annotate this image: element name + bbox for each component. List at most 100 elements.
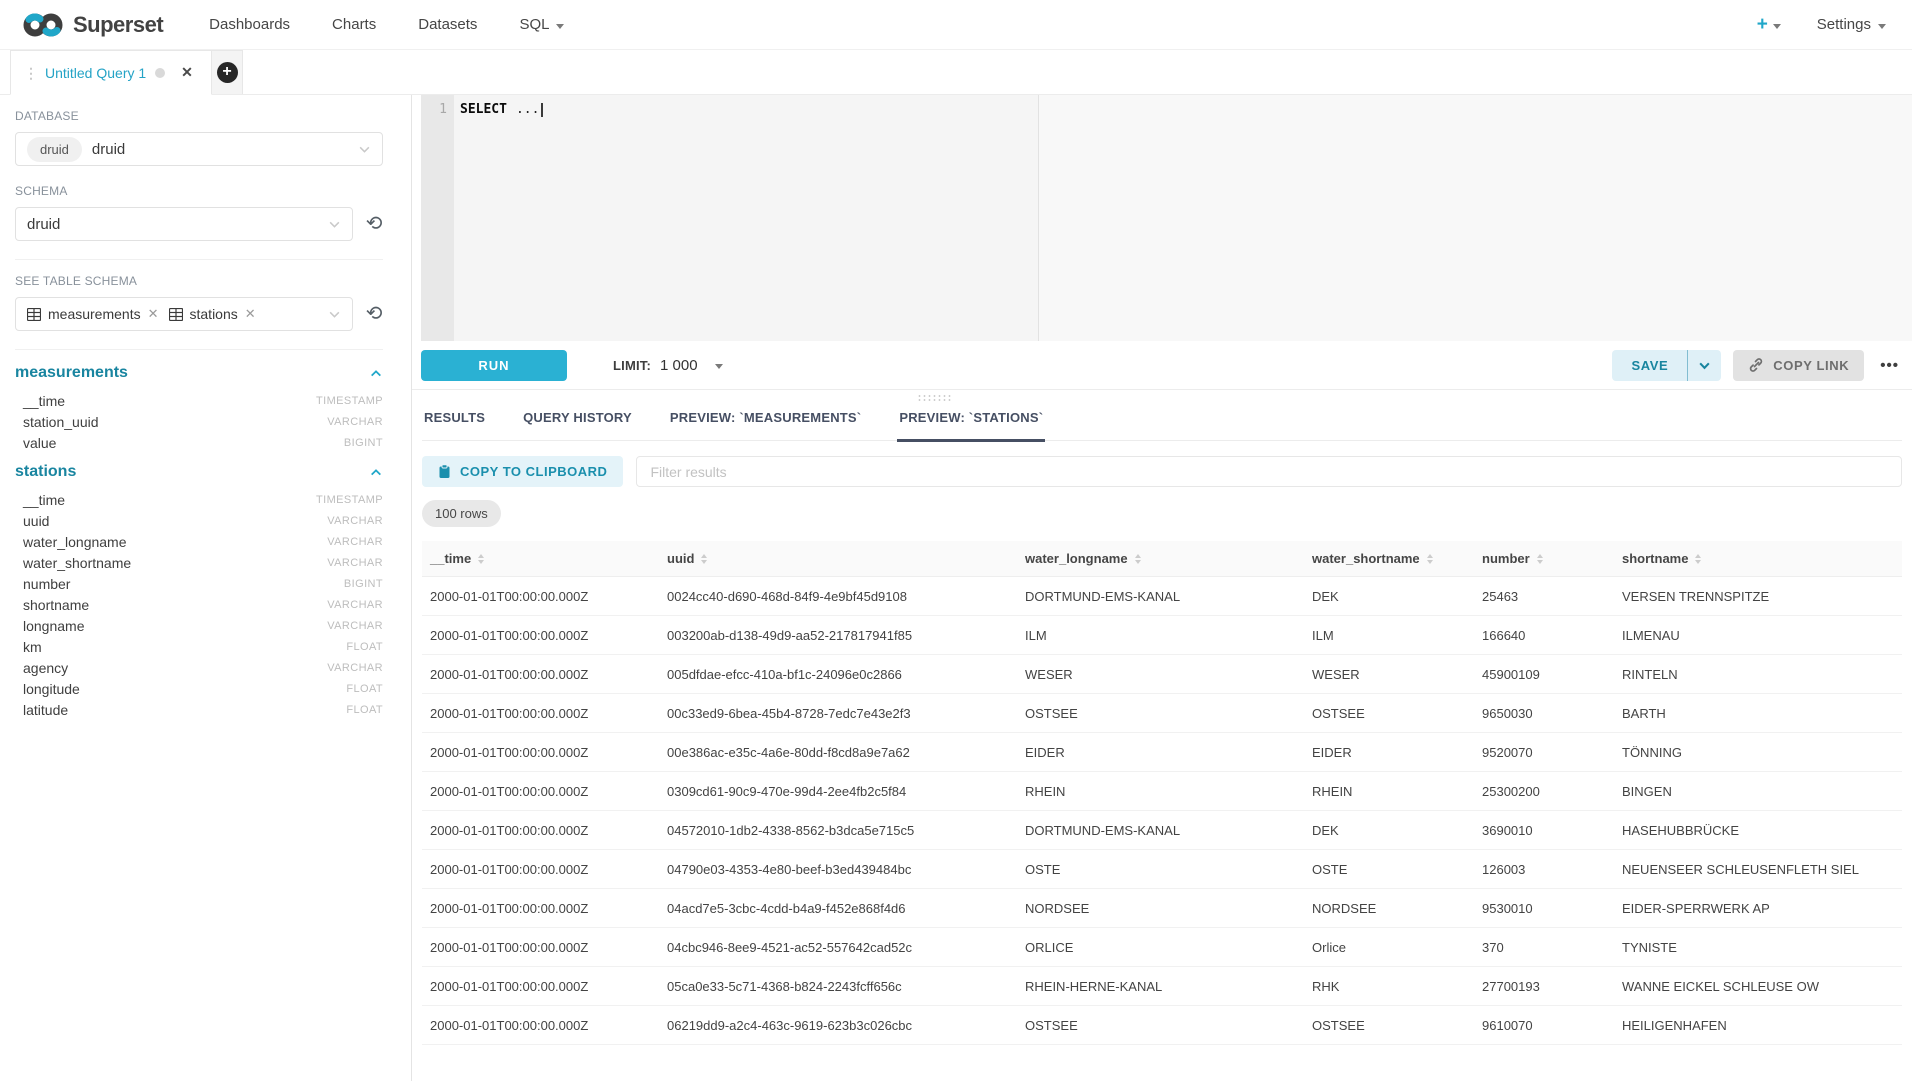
table-cell: NEUENSEER SCHLEUSENFLETH SIEL [1614, 850, 1902, 889]
schema-column-row: __timeTIMESTAMP [15, 390, 383, 411]
close-tab-icon[interactable]: ✕ [181, 64, 193, 81]
query-state-dot [155, 68, 165, 78]
column-type: VARCHAR [327, 662, 383, 674]
filter-results-input[interactable] [636, 456, 1902, 487]
column-header-inner: water_longname [1025, 551, 1296, 566]
editor-gutter: 1 [421, 95, 454, 341]
column-name: station_uuid [23, 414, 99, 430]
limit-control[interactable]: LIMIT: 1 000 [613, 357, 723, 374]
column-name: agency [23, 660, 68, 676]
remove-table-icon[interactable]: ✕ [245, 306, 256, 322]
column-header-number[interactable]: number [1474, 541, 1614, 577]
table-section-header[interactable]: measurements [15, 364, 383, 382]
table-cell: OSTSEE [1017, 1006, 1304, 1045]
refresh-schema-icon[interactable]: ⟳ [366, 214, 383, 234]
pane-resize-handle[interactable] [917, 394, 953, 402]
table-cell: 2000-01-01T00:00:00.000Z [422, 772, 659, 811]
table-cell: TYNISTE [1614, 928, 1902, 967]
table-section-header[interactable]: stations [15, 463, 383, 481]
nav-item-sql[interactable]: SQL [519, 16, 564, 33]
table-cell: 2000-01-01T00:00:00.000Z [422, 694, 659, 733]
save-dropdown-button[interactable] [1688, 350, 1721, 381]
limit-label: LIMIT: [613, 358, 651, 373]
table-cell: NORDSEE [1017, 889, 1304, 928]
run-button[interactable]: RUN [421, 350, 567, 381]
add-query-tab-button[interactable]: + [212, 50, 243, 94]
table-cell: 2000-01-01T00:00:00.000Z [422, 577, 659, 616]
tab-results[interactable]: RESULTS [422, 410, 487, 440]
column-type: VARCHAR [327, 599, 383, 611]
table-cell: RHEIN [1017, 772, 1304, 811]
schema-column-row: water_shortnameVARCHAR [15, 552, 383, 573]
column-header-uuid[interactable]: uuid [659, 541, 1017, 577]
table-cell: RHEIN [1304, 772, 1474, 811]
tab-drag-handle-icon[interactable]: ⋮ [24, 68, 36, 78]
column-header-water_longname[interactable]: water_longname [1017, 541, 1304, 577]
nav-item-charts[interactable]: Charts [332, 16, 376, 33]
caret-down-icon[interactable] [715, 364, 723, 369]
table-cell: 9520070 [1474, 733, 1614, 772]
sort-icon[interactable] [701, 554, 707, 564]
column-name: water_longname [23, 534, 127, 550]
table-cell: DORTMUND-EMS-KANAL [1017, 577, 1304, 616]
table-cell: NORDSEE [1304, 889, 1474, 928]
refresh-tables-icon[interactable]: ⟳ [366, 304, 383, 324]
copy-to-clipboard-button[interactable]: COPY TO CLIPBOARD [422, 456, 623, 487]
caret-down-icon [1878, 24, 1886, 29]
new-item-button[interactable]: + [1757, 14, 1781, 36]
table-cell: 2000-01-01T00:00:00.000Z [422, 733, 659, 772]
table-schema-section-stations: stations__timeTIMESTAMPuuidVARCHARwater_… [15, 463, 383, 720]
results-tabbar: RESULTS QUERY HISTORY PREVIEW: `MEASUREMEN… [422, 390, 1902, 441]
schema-column-row: __timeTIMESTAMP [15, 489, 383, 510]
tab-query-history[interactable]: QUERY HISTORY [521, 410, 634, 440]
sql-editor[interactable]: 1 SELECT... [412, 95, 1912, 341]
nav-item-datasets[interactable]: Datasets [418, 16, 477, 33]
schema-select[interactable]: druid [15, 207, 353, 241]
settings-menu[interactable]: Settings [1817, 16, 1886, 33]
sort-icon[interactable] [1695, 554, 1701, 564]
chevron-up-icon[interactable] [369, 367, 383, 380]
table-cell: EIDER [1017, 733, 1304, 772]
column-header-inner: number [1482, 551, 1606, 566]
column-header-water_shortname[interactable]: water_shortname [1304, 541, 1474, 577]
tab-preview-measurements[interactable]: PREVIEW: `MEASUREMENTS` [668, 410, 863, 440]
remove-table-icon[interactable]: ✕ [148, 306, 159, 322]
table-row: 2000-01-01T00:00:00.000Z005dfdae-efcc-41… [422, 655, 1902, 694]
sort-icon[interactable] [478, 554, 484, 564]
superset-brand[interactable]: Superset [22, 11, 163, 39]
tab-preview-stations[interactable]: PREVIEW: `STATIONS` [897, 410, 1045, 442]
table-cell: BINGEN [1614, 772, 1902, 811]
column-type: VARCHAR [327, 620, 383, 632]
table-cell: WANNE EICKEL SCHLEUSE OW [1614, 967, 1902, 1006]
table-icon [27, 308, 41, 321]
schema-value: druid [27, 216, 60, 233]
column-header-shortname[interactable]: shortname [1614, 541, 1902, 577]
nav-item-dashboards[interactable]: Dashboards [209, 16, 290, 33]
database-select[interactable]: druid druid [15, 132, 383, 166]
schema-column-row: latitudeFLOAT [15, 699, 383, 720]
table-cell: RINTELN [1614, 655, 1902, 694]
table-cell: DEK [1304, 811, 1474, 850]
more-actions-button[interactable]: ••• [1880, 357, 1899, 374]
column-header-__time[interactable]: __time [422, 541, 659, 577]
chevron-up-icon[interactable] [369, 466, 383, 479]
schema-column-row: shortname VARCHAR [15, 594, 383, 615]
sort-icon[interactable] [1135, 554, 1141, 564]
sql-lab-sidebar: DATABASE druid druid SCHEMA druid [0, 95, 412, 1081]
query-tab-untitled-query-1[interactable]: ⋮ Untitled Query 1 ✕ [10, 50, 212, 95]
sql-text: ... [516, 102, 539, 117]
column-name: shortname [23, 597, 89, 613]
limit-value: 1 000 [660, 357, 698, 374]
save-button[interactable]: SAVE [1612, 350, 1688, 381]
copy-link-button[interactable]: COPY LINK [1733, 350, 1864, 381]
table-cell: ILMENAU [1614, 616, 1902, 655]
table-cell: 05ca0e33-5c71-4368-b824-2243fcff656c [659, 967, 1017, 1006]
sort-icon[interactable] [1537, 554, 1543, 564]
print-margin-area [1039, 95, 1912, 341]
table-row: 2000-01-01T00:00:00.000Z06219dd9-a2c4-46… [422, 1006, 1902, 1045]
table-cell: 370 [1474, 928, 1614, 967]
schema-label: SCHEMA [15, 184, 383, 198]
table-schema-select[interactable]: measurements✕stations✕ [15, 297, 353, 331]
editor-code-area[interactable]: SELECT... [454, 95, 1912, 341]
sort-icon[interactable] [1427, 554, 1433, 564]
